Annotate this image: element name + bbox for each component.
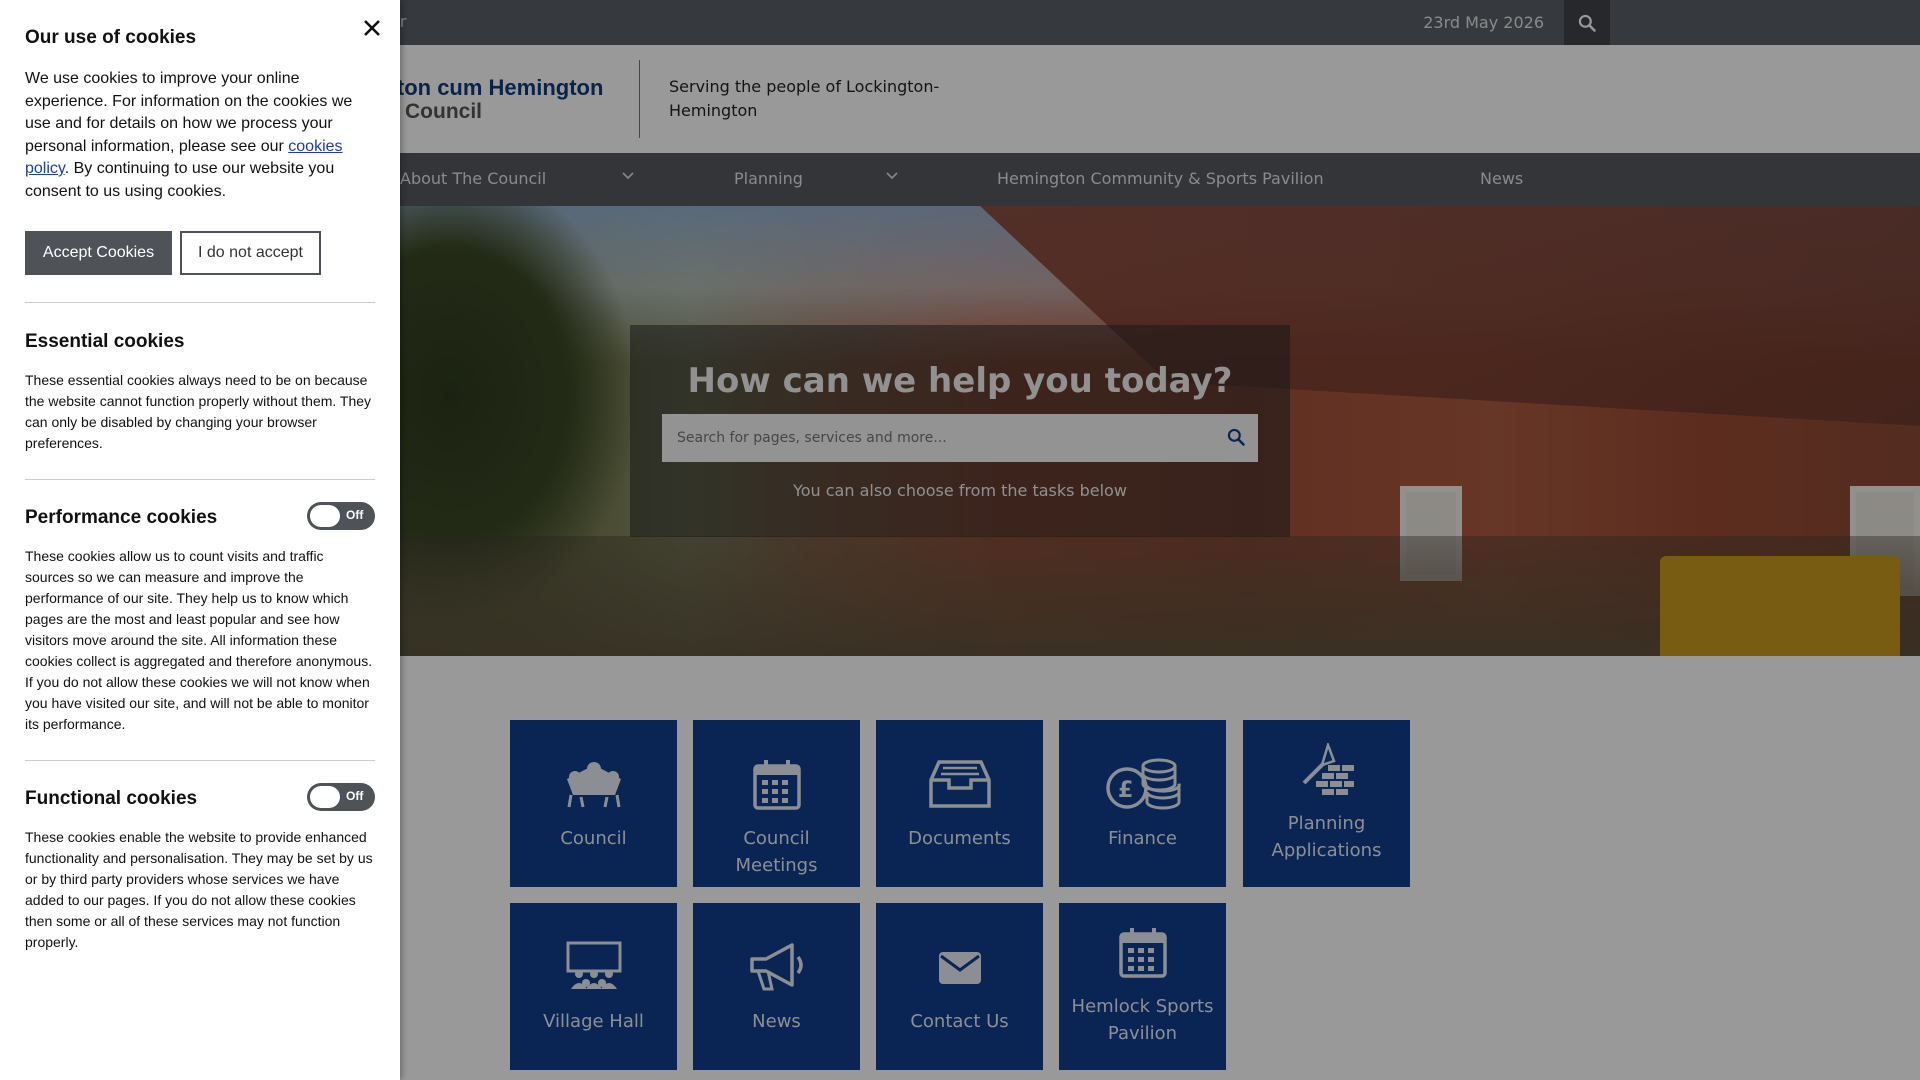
essential-cookies-title: Essential cookies	[25, 331, 185, 352]
divider	[25, 760, 375, 761]
toggle-state: Off	[346, 508, 364, 522]
cookie-intro: We use cookies to improve your online ex…	[25, 68, 375, 203]
accept-cookies-button[interactable]: Accept Cookies	[25, 231, 172, 275]
performance-cookies-description: These cookies allow us to count visits a…	[25, 548, 373, 732]
essential-cookies-description: These essential cookies always need to b…	[25, 372, 372, 451]
toggle-state: Off	[346, 789, 364, 803]
divider	[25, 479, 375, 480]
close-button[interactable]	[360, 16, 384, 40]
close-icon	[364, 20, 380, 36]
cookie-intro-text-end: . By continuing to use our website you c…	[25, 160, 335, 200]
toggle-knob	[310, 505, 340, 527]
performance-cookies-title: Performance cookies	[25, 507, 218, 528]
decline-cookies-button[interactable]: I do not accept	[180, 231, 321, 275]
divider	[25, 302, 375, 303]
cookie-panel-title: Our use of cookies	[25, 27, 197, 48]
cookie-consent-panel: Our use of cookies We use cookies to imp…	[0, 0, 400, 1080]
functional-cookies-description: These cookies enable the website to prov…	[25, 829, 373, 950]
functional-cookies-title: Functional cookies	[25, 788, 198, 809]
performance-cookies-toggle[interactable]: Off	[307, 502, 375, 530]
toggle-knob	[310, 786, 340, 808]
functional-cookies-toggle[interactable]: Off	[307, 783, 375, 811]
